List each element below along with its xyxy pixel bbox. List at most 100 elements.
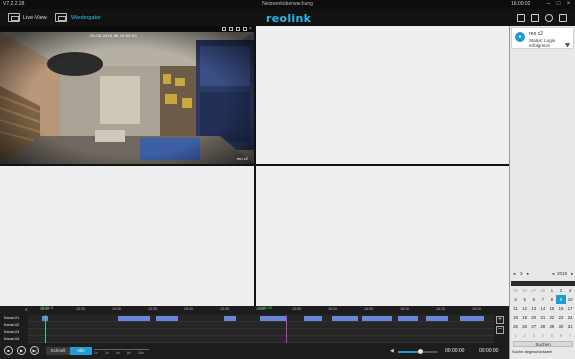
- video-cell-1[interactable]: × 04-05-2019 Mi 16:00:04 reo c2: [0, 26, 254, 164]
- volume-knob[interactable]: [417, 349, 423, 354]
- calendar-day[interactable]: 24: [566, 313, 575, 322]
- calendar-day[interactable]: 18: [511, 313, 520, 322]
- calendar-day[interactable]: 28: [538, 322, 547, 331]
- video-cell-4[interactable]: [256, 166, 509, 306]
- recording-segment[interactable]: [460, 316, 484, 321]
- video-cell-3[interactable]: [0, 166, 254, 306]
- calendar-year[interactable]: 2019: [557, 271, 567, 276]
- calendar-day[interactable]: 27: [529, 286, 538, 295]
- calendar-day[interactable]: 30: [556, 322, 565, 331]
- calendar-day[interactable]: 1: [511, 331, 520, 340]
- calendar-day[interactable]: 2: [556, 286, 565, 295]
- video-cell-2[interactable]: [256, 26, 509, 164]
- grid-icon[interactable]: [531, 14, 539, 22]
- quick-filter-tab[interactable]: Schnell: [46, 347, 70, 355]
- playback-tab[interactable]: Wiedergabe: [71, 15, 101, 21]
- calendar-day[interactable]: 25: [511, 322, 520, 331]
- calendar-day[interactable]: 13: [529, 304, 538, 313]
- search-button[interactable]: Suchen: [513, 341, 573, 347]
- calendar-day[interactable]: 1: [547, 286, 556, 295]
- recording-segment[interactable]: [362, 316, 392, 321]
- zoom-in-button[interactable]: +: [496, 316, 504, 324]
- calendar-day[interactable]: 26: [520, 286, 529, 295]
- timeline-cursor[interactable]: [45, 315, 46, 343]
- calendar-day[interactable]: 6: [556, 331, 565, 340]
- calendar-day[interactable]: 2: [520, 331, 529, 340]
- filter-icon[interactable]: [565, 43, 570, 47]
- calendar-day[interactable]: 20: [529, 313, 538, 322]
- minimize-button[interactable]: –: [545, 1, 552, 8]
- calendar-day[interactable]: 28: [538, 286, 547, 295]
- calendar-day[interactable]: 12: [520, 304, 529, 313]
- stop-button[interactable]: ■: [4, 346, 13, 355]
- next-month-button[interactable]: ▸: [527, 271, 529, 277]
- help-icon[interactable]: [559, 14, 567, 22]
- calendar-day[interactable]: 11: [511, 304, 520, 313]
- calendar-day[interactable]: 16: [556, 304, 565, 313]
- all-filter-tab[interactable]: Alle: [70, 347, 92, 355]
- recording-segment[interactable]: [426, 316, 448, 321]
- calendar-day[interactable]: 3: [566, 286, 575, 295]
- calendar-day[interactable]: 5: [547, 331, 556, 340]
- prev-month-button[interactable]: ◂: [513, 271, 515, 277]
- channel-track[interactable]: [28, 329, 494, 336]
- calendar-day[interactable]: 19: [520, 313, 529, 322]
- calendar-day[interactable]: 7: [538, 295, 547, 304]
- maximize-button[interactable]: □: [555, 1, 562, 8]
- calendar-day[interactable]: 22: [547, 313, 556, 322]
- calendar-day[interactable]: 23: [556, 313, 565, 322]
- volume-slider[interactable]: [398, 349, 438, 354]
- gear-icon[interactable]: [545, 14, 553, 22]
- live-view-icon[interactable]: [8, 13, 20, 22]
- calendar-day[interactable]: 9: [556, 295, 566, 304]
- calendar-month[interactable]: 3: [520, 271, 523, 276]
- calendar-day[interactable]: 21: [538, 313, 547, 322]
- calendar-day[interactable]: 10: [566, 295, 575, 304]
- playback-icon[interactable]: [55, 13, 67, 22]
- prev-year-button[interactable]: ◂: [552, 271, 554, 277]
- volume-icon[interactable]: ◀: [390, 349, 396, 354]
- next-frame-button[interactable]: ▶|: [30, 346, 39, 355]
- zoom-out-button[interactable]: −: [496, 326, 504, 334]
- recording-segment[interactable]: [332, 316, 358, 321]
- calendar-day[interactable]: 14: [538, 304, 547, 313]
- calendar-day[interactable]: 27: [529, 322, 538, 331]
- calendar-day[interactable]: 6: [529, 295, 538, 304]
- snapshot-icon[interactable]: [229, 27, 233, 31]
- calendar-day[interactable]: 4: [511, 295, 520, 304]
- calendar-day[interactable]: 17: [566, 304, 575, 313]
- timeline-tracks[interactable]: [28, 315, 494, 343]
- camera-icon[interactable]: [236, 27, 240, 31]
- next-year-button[interactable]: ▸: [571, 271, 573, 277]
- speed-slider[interactable]: 1x 2x 4x 8x 16x: [94, 347, 152, 355]
- layout-icon[interactable]: [517, 14, 525, 22]
- calendar-day[interactable]: 7: [566, 331, 575, 340]
- calendar-day[interactable]: 8: [547, 295, 556, 304]
- live-view-tab[interactable]: Live-View: [23, 15, 47, 21]
- calendar-day[interactable]: 29: [547, 322, 556, 331]
- calendar-day[interactable]: 25: [511, 286, 520, 295]
- close-button[interactable]: ×: [565, 1, 572, 8]
- calendar-day[interactable]: 3: [529, 331, 538, 340]
- recording-segment[interactable]: [156, 316, 178, 321]
- recording-segment[interactable]: [118, 316, 150, 321]
- recording-segment[interactable]: [398, 316, 418, 321]
- calendar-day[interactable]: 26: [520, 322, 529, 331]
- channel-track[interactable]: [28, 322, 494, 329]
- timeline-marker[interactable]: [286, 315, 287, 343]
- channel-track[interactable]: [28, 315, 494, 322]
- recording-segment[interactable]: [304, 316, 322, 321]
- calendar-day[interactable]: 31: [566, 322, 575, 331]
- calendar-day[interactable]: 15: [547, 304, 556, 313]
- recording-segment[interactable]: [260, 316, 286, 321]
- calendar-day[interactable]: 4: [538, 331, 547, 340]
- record-icon[interactable]: [222, 27, 226, 31]
- close-icon[interactable]: ×: [249, 26, 252, 32]
- speed-label: 1x: [94, 351, 98, 355]
- play-button[interactable]: ▶: [17, 346, 26, 355]
- recording-segment[interactable]: [224, 316, 236, 321]
- fullscreen-icon[interactable]: [243, 27, 247, 31]
- calendar-day[interactable]: 5: [520, 295, 529, 304]
- device-item[interactable]: ● reo c2 Status: Login erfolgreich: [511, 27, 574, 49]
- channel-track[interactable]: [28, 336, 494, 343]
